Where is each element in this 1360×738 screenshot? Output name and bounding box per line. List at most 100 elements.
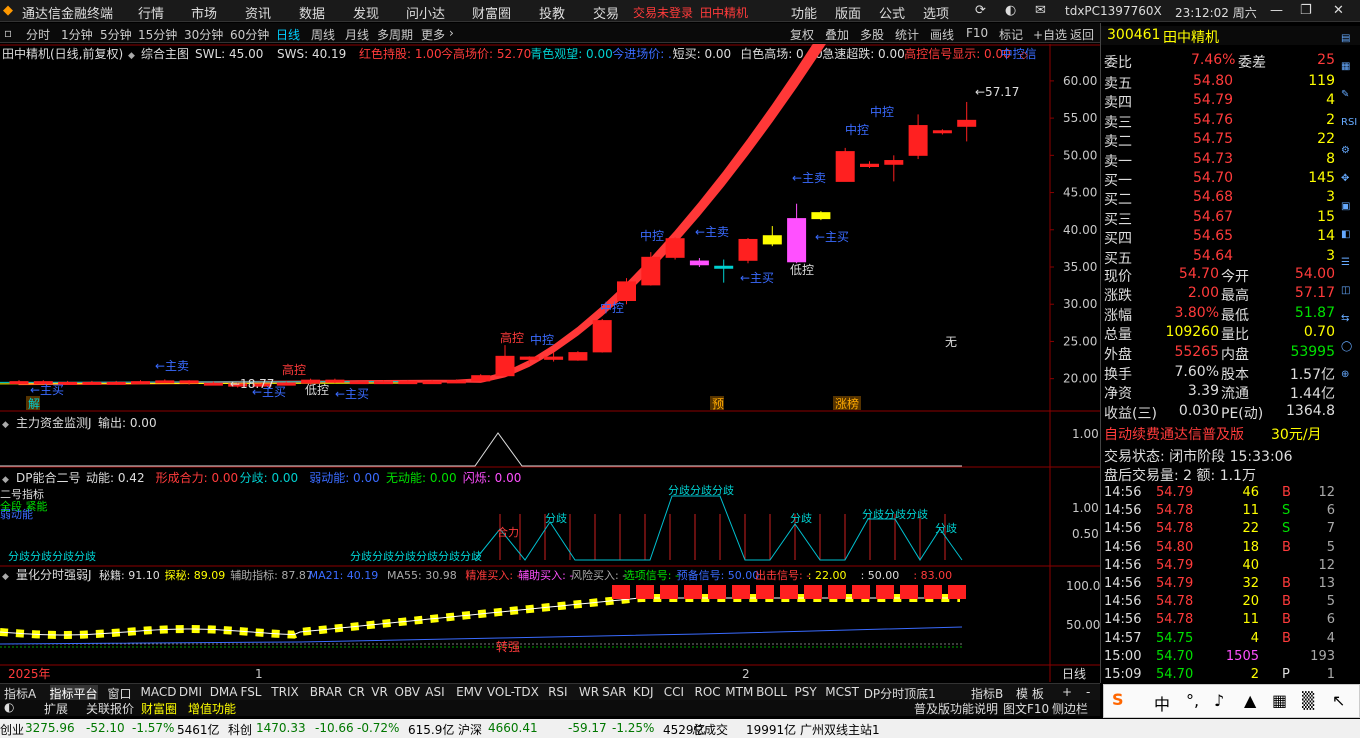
indicator-tab[interactable]: VOL-TDX <box>487 685 539 699</box>
side-tool-icon[interactable]: ✎ <box>1341 89 1349 100</box>
period-more[interactable]: 更多 <box>421 26 445 43</box>
extension-tab[interactable]: 关联报价 <box>86 700 134 717</box>
menu-item-news[interactable]: 资讯 <box>245 3 271 22</box>
apps-icon[interactable]: ▒ <box>1302 691 1314 710</box>
indicator-tab[interactable]: WR <box>579 685 599 699</box>
indicator-tab[interactable]: BRAR <box>310 685 343 699</box>
side-tool-icon[interactable]: ✥ <box>1341 173 1349 184</box>
quote-row[interactable]: 自动续费通达信普及版 30元/月 <box>1101 423 1360 443</box>
indicator-tab[interactable]: OBV <box>395 685 421 699</box>
ime-punct[interactable]: °, <box>1186 691 1199 710</box>
menu-item-data[interactable]: 数据 <box>299 3 325 22</box>
side-tool-icon[interactable]: ◧ <box>1341 229 1350 240</box>
menu-item-layout[interactable]: 版面 <box>835 3 861 22</box>
ime-logo-icon[interactable]: S <box>1112 690 1124 709</box>
period-30min[interactable]: 30分钟 <box>184 26 223 43</box>
cursor-icon[interactable]: ↖ <box>1332 691 1345 710</box>
close-icon[interactable]: ✕ <box>1333 3 1344 18</box>
indicator-tab[interactable]: EMV <box>456 685 482 699</box>
btn-draw[interactable]: 画线 <box>930 26 954 43</box>
refresh-icon[interactable]: ⟳ <box>975 3 986 18</box>
extension-tab[interactable]: 增值功能 <box>188 700 236 717</box>
quote-row: 涨跌 2.00 最高 57.17 <box>1101 284 1360 304</box>
side-tool-icon[interactable]: ⚙ <box>1341 145 1350 156</box>
skin-icon[interactable]: ◐ <box>1005 3 1016 18</box>
keyboard-icon[interactable]: ▦ <box>1272 691 1287 710</box>
chart-area[interactable]: 田中精机(日线,前复权) ◆ 综合主图 SWL: 45.00 SWS: 40.19 红色持… <box>0 44 1100 682</box>
btn-f10[interactable]: F10 <box>966 26 988 40</box>
period-60min[interactable]: 60分钟 <box>230 26 269 43</box>
side-tool-icon[interactable]: ▣ <box>1341 201 1350 212</box>
shirt-icon[interactable]: ▲ <box>1244 691 1256 710</box>
maximize-icon[interactable]: ❐ <box>1300 3 1312 18</box>
side-tool-icon[interactable]: ◯ <box>1341 341 1352 352</box>
indicator-tab[interactable]: RSI <box>548 685 568 699</box>
indicator-tab[interactable]: MACD <box>141 685 177 699</box>
side-tool-icon[interactable]: RSI <box>1341 117 1357 128</box>
indicator-tab[interactable]: TRIX <box>271 685 298 699</box>
mic-icon[interactable]: ♪ <box>1214 691 1224 710</box>
menu-item-markets[interactable]: 市场 <box>191 3 217 22</box>
extension-tab[interactable]: 扩展 <box>44 700 68 717</box>
trade-status[interactable]: 交易未登录 <box>633 4 693 21</box>
extension-right-link[interactable]: 普及版功能说明 <box>914 700 998 717</box>
stat-label: 今开 <box>1221 269 1249 285</box>
btn-stats[interactable]: 统计 <box>895 26 919 43</box>
minimize-icon[interactable]: — <box>1270 3 1283 18</box>
extension-right-link[interactable]: 侧边栏 <box>1052 700 1088 717</box>
indicator-tab[interactable]: VR <box>371 685 388 699</box>
btn-add-favorite[interactable]: +自选 <box>1033 26 1067 43</box>
menu-item-trade[interactable]: 交易 <box>593 3 619 22</box>
period-15min[interactable]: 15分钟 <box>138 26 177 43</box>
extension-right-link[interactable]: 图文F10 <box>1003 700 1049 717</box>
period-monthly[interactable]: 月线 <box>345 26 369 43</box>
tab-right-button[interactable]: - <box>1086 685 1090 699</box>
indicator-tab[interactable]: CR <box>348 685 365 699</box>
indicator-tab[interactable]: CCI <box>664 685 684 699</box>
menu-item-wealth[interactable]: 财富圈 <box>472 3 511 22</box>
period-5min[interactable]: 5分钟 <box>100 26 132 43</box>
btn-multi-stock[interactable]: 多股 <box>860 26 884 43</box>
indicator-tab[interactable]: BOLL <box>756 685 787 699</box>
period-intraday[interactable]: 分时 <box>26 26 50 43</box>
indicator-tab[interactable]: PSY <box>795 685 817 699</box>
btn-overlay[interactable]: 叠加 <box>825 26 849 43</box>
btn-back[interactable]: 返回 <box>1070 26 1094 43</box>
period-daily[interactable]: 日线 <box>276 26 300 43</box>
extension-tab[interactable]: 财富圈 <box>141 700 177 717</box>
side-tool-icon[interactable]: ⊕ <box>1341 369 1349 380</box>
indicator-tab[interactable]: DMA <box>210 685 238 699</box>
indicator-tab[interactable]: ASI <box>425 685 444 699</box>
btn-fuquan[interactable]: 复权 <box>790 26 814 43</box>
period-1min[interactable]: 1分钟 <box>61 26 93 43</box>
indicator-tab[interactable]: SAR <box>602 685 626 699</box>
period-multi[interactable]: 多周期 <box>377 26 413 43</box>
side-tool-icon[interactable]: ▤ <box>1341 33 1350 44</box>
side-tool-icon[interactable]: ▦ <box>1341 61 1350 72</box>
menu-item-edu[interactable]: 投教 <box>539 3 565 22</box>
chevron-right-icon[interactable]: › <box>449 26 454 40</box>
side-tool-icon[interactable]: ⇆ <box>1341 313 1349 324</box>
indicator-tab[interactable]: ROC <box>695 685 721 699</box>
ime-mode[interactable]: 中 <box>1154 691 1170 715</box>
period-weekly[interactable]: 周线 <box>311 26 335 43</box>
btn-mark[interactable]: 标记 <box>999 26 1023 43</box>
menu-item-discover[interactable]: 发现 <box>353 3 379 22</box>
side-tool-icon[interactable]: ◫ <box>1341 285 1350 296</box>
indicator-tab[interactable]: KDJ <box>633 685 654 699</box>
menu-toggle-icon[interactable]: ▫ <box>4 26 12 40</box>
menu-item-function[interactable]: 功能 <box>791 3 817 22</box>
mail-icon[interactable]: ✉ <box>1035 3 1046 18</box>
indicator-tab[interactable]: DMI <box>179 685 202 699</box>
indicator-tab[interactable]: MCST <box>825 685 859 699</box>
indicator-tab[interactable]: FSL <box>241 685 262 699</box>
toggle-icon[interactable]: ◐ <box>4 700 14 714</box>
side-tool-icon[interactable]: ☰ <box>1341 257 1350 268</box>
tab-right-button[interactable]: + <box>1062 685 1072 699</box>
indicator-tab[interactable]: MTM <box>725 685 753 699</box>
menu-item-formula[interactable]: 公式 <box>879 3 905 22</box>
menu-item-options[interactable]: 选项 <box>923 3 949 22</box>
menu-item-ask[interactable]: 问小达 <box>406 3 445 22</box>
menu-item-market[interactable]: 行情 <box>138 3 164 22</box>
candle-body <box>762 235 782 245</box>
